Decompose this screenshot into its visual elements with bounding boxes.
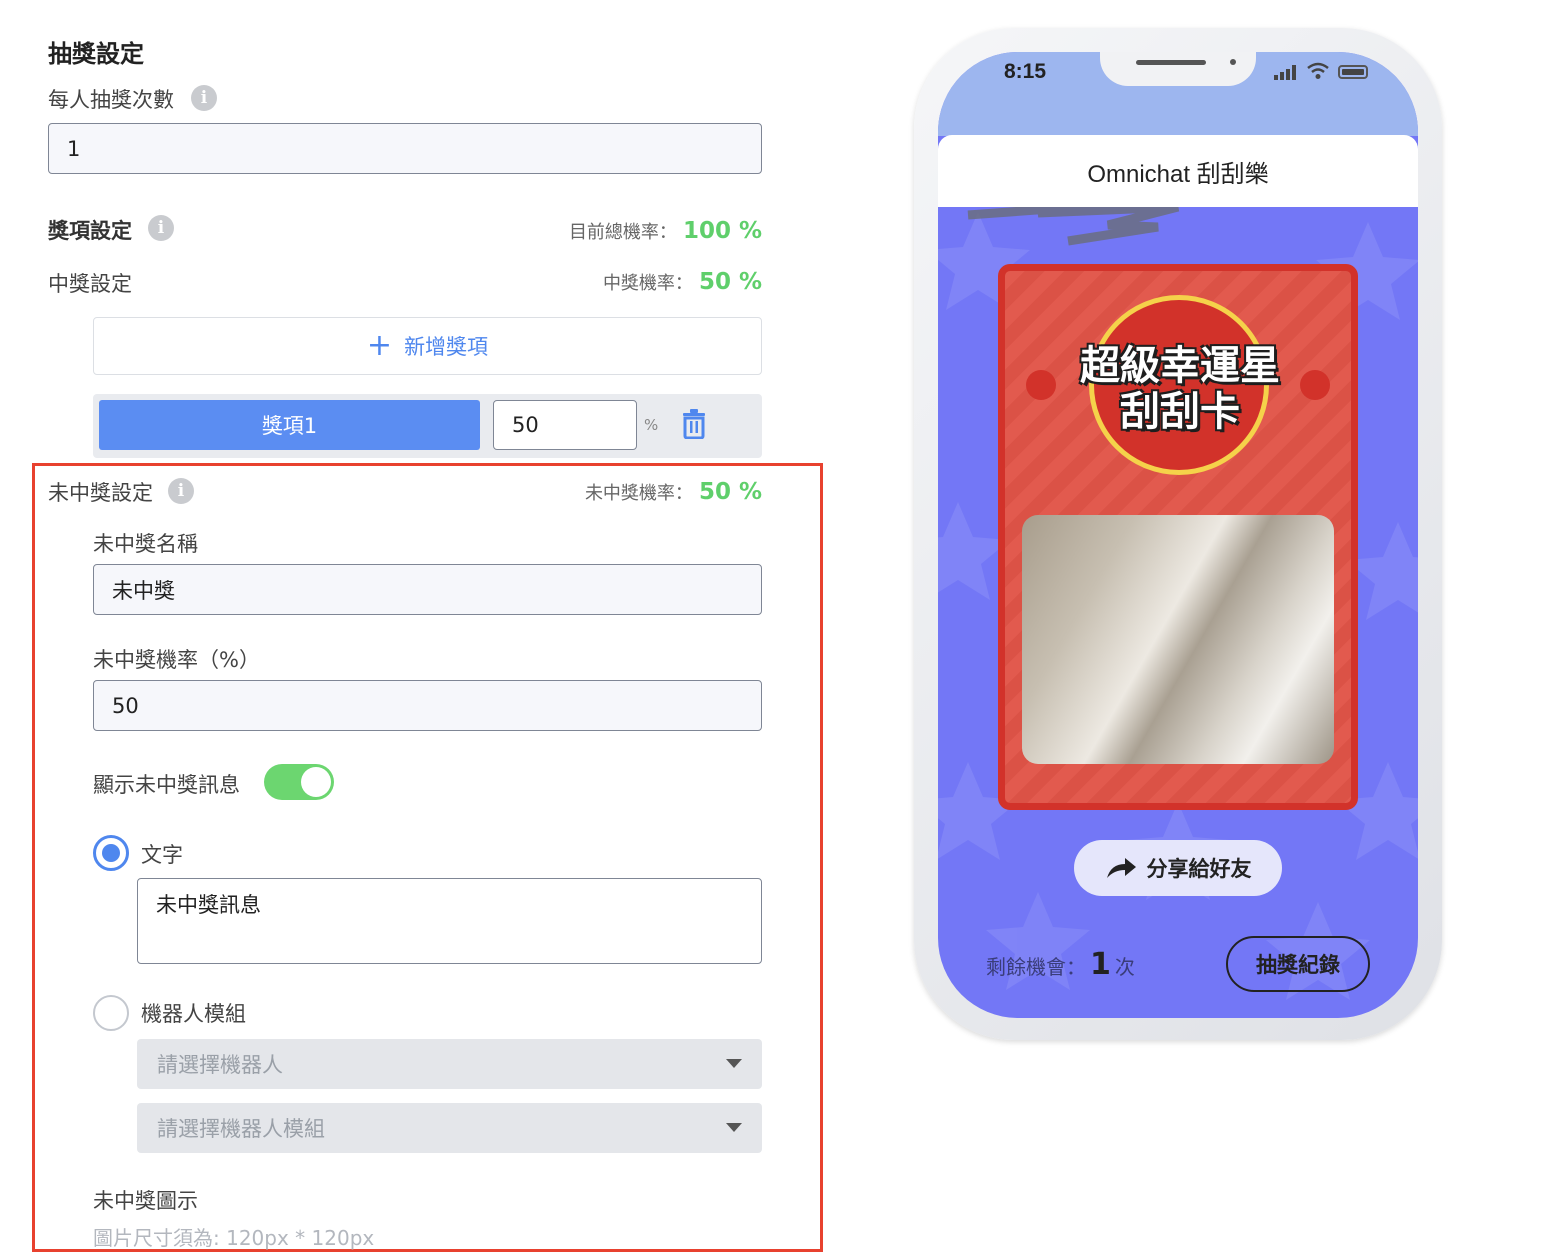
- remaining-count: 1: [1090, 947, 1111, 982]
- bot-option-label: 機器人模組: [141, 1002, 246, 1026]
- win-rate: 中獎機率： 50 %: [603, 269, 762, 295]
- message-textarea[interactable]: 未中獎訊息: [137, 878, 762, 964]
- no-prize-title: 未中獎設定: [48, 481, 153, 505]
- per-person-input[interactable]: 1: [48, 123, 762, 174]
- prize-row: 獎項1 50 %: [93, 394, 762, 458]
- prize-settings-title: 獎項設定: [48, 219, 132, 243]
- chevron-down-icon: [726, 1123, 742, 1132]
- show-message-label: 顯示未中獎訊息: [93, 773, 240, 797]
- no-prize-name-label: 未中獎名稱: [93, 532, 198, 556]
- win-rate-label: 中獎機率：: [602, 273, 693, 294]
- add-prize-button[interactable]: + 新增獎項: [93, 317, 762, 375]
- select-module-placeholder: 請選擇機器人模組: [157, 1117, 325, 1141]
- info-icon[interactable]: i: [168, 478, 194, 504]
- phone-notch: [1100, 52, 1256, 86]
- no-prize-name-input[interactable]: 未中獎: [93, 564, 762, 615]
- app-title: Omnichat 刮刮樂: [938, 135, 1418, 207]
- select-module[interactable]: 請選擇機器人模組: [137, 1103, 762, 1153]
- status-time: 8:15: [1004, 60, 1047, 83]
- no-prize-icon-label: 未中獎圖示: [93, 1189, 198, 1213]
- share-arrow-icon: [1106, 858, 1136, 878]
- bot-option-radio[interactable]: [93, 995, 129, 1031]
- share-button[interactable]: 分享給好友: [1074, 840, 1282, 896]
- info-icon[interactable]: i: [148, 215, 174, 241]
- remaining-chances: 剩餘機會： 1 次: [986, 947, 1135, 982]
- no-prize-prob-input[interactable]: 50: [93, 680, 762, 731]
- trash-icon[interactable]: [681, 409, 707, 440]
- no-prize-rate-value: 50 %: [698, 479, 762, 505]
- prize-rate-input[interactable]: 50: [493, 400, 637, 450]
- percent-unit: %: [644, 416, 659, 434]
- card-title: 超級幸運星 刮刮卡: [1035, 343, 1325, 435]
- card-title-line1: 超級幸運星: [1080, 343, 1280, 389]
- prize-name-button[interactable]: 獎項1: [99, 400, 480, 450]
- toggle-knob: [301, 767, 331, 797]
- share-label: 分享給好友: [1146, 857, 1252, 881]
- remaining-label: 剩餘機會：: [986, 955, 1086, 979]
- plus-icon: +: [366, 328, 393, 363]
- win-settings-title: 中獎設定: [48, 272, 132, 296]
- phone-screen: 8:15 Omnichat 刮刮樂 超級幸運星 刮刮卡 分享給好友 剩餘機會： …: [938, 52, 1418, 1018]
- icon-size-hint: 圖片尺寸須為: 120px * 120px: [93, 1226, 375, 1250]
- select-bot[interactable]: 請選擇機器人: [137, 1039, 762, 1089]
- win-rate-value: 50 %: [698, 269, 762, 295]
- total-rate-value: 100 %: [682, 218, 762, 244]
- no-prize-rate-label: 未中獎機率：: [584, 483, 693, 504]
- card-title-line2: 刮刮卡: [1120, 389, 1240, 435]
- draw-settings-title: 抽獎設定: [48, 40, 144, 68]
- show-message-toggle[interactable]: [264, 764, 334, 800]
- scratch-area[interactable]: [1022, 515, 1334, 764]
- per-person-label: 每人抽獎次數: [48, 88, 174, 112]
- no-prize-rate: 未中獎機率： 50 %: [585, 479, 762, 505]
- battery-icon: [1338, 65, 1368, 79]
- select-bot-placeholder: 請選擇機器人: [157, 1053, 283, 1077]
- chevron-down-icon: [726, 1059, 742, 1068]
- wifi-icon: [1306, 62, 1330, 84]
- total-rate-label: 目前總機率：: [568, 222, 677, 243]
- scratch-marks: [967, 207, 1180, 246]
- history-button[interactable]: 抽獎紀錄: [1226, 936, 1370, 992]
- remaining-unit: 次: [1114, 955, 1135, 979]
- total-rate: 目前總機率： 100 %: [569, 218, 762, 244]
- no-prize-prob-label: 未中獎機率（%）: [93, 648, 260, 672]
- scratch-card: 超級幸運星 刮刮卡: [998, 264, 1358, 810]
- text-option-radio[interactable]: [93, 835, 129, 871]
- text-option-label: 文字: [141, 843, 183, 867]
- signal-icon: [1274, 64, 1304, 84]
- add-prize-label: 新增獎項: [404, 335, 489, 359]
- info-icon[interactable]: i: [191, 85, 217, 111]
